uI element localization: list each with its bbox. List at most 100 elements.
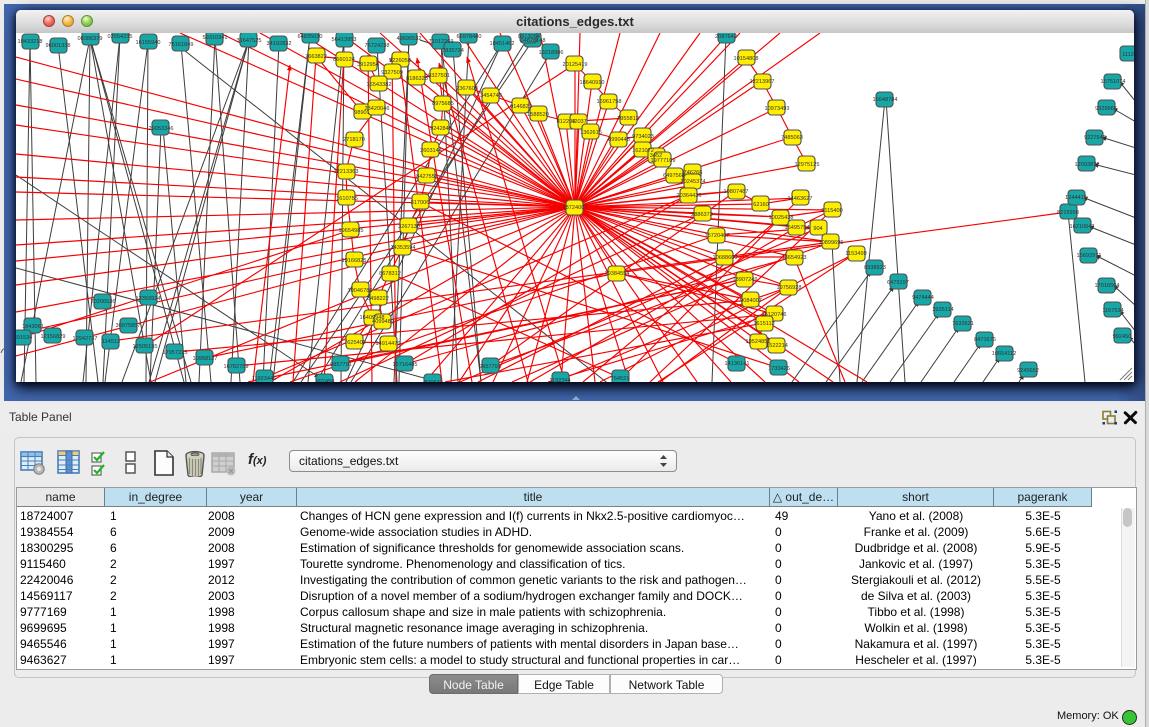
svg-text:904: 904 xyxy=(813,226,822,232)
svg-text:87063: 87063 xyxy=(424,380,440,382)
svg-text:8427552: 8427552 xyxy=(416,174,438,180)
svg-text:18724007: 18724007 xyxy=(563,205,588,211)
svg-text:19654985: 19654985 xyxy=(339,228,364,234)
svg-text:6479197: 6479197 xyxy=(887,280,909,286)
svg-text:29053346: 29053346 xyxy=(149,126,174,132)
svg-text:23420046: 23420046 xyxy=(365,106,390,112)
svg-text:8990448: 8990448 xyxy=(608,137,630,143)
svg-text:1153499: 1153499 xyxy=(845,251,866,257)
svg-text:10958127: 10958127 xyxy=(193,356,218,362)
svg-text:34192832: 34192832 xyxy=(267,41,292,47)
svg-text:746266: 746266 xyxy=(684,170,703,176)
svg-text:16961758: 16961758 xyxy=(597,99,622,105)
svg-text:7485063: 7485063 xyxy=(781,135,803,141)
svg-text:391534: 391534 xyxy=(16,335,32,341)
svg-text:10899695: 10899695 xyxy=(819,240,844,246)
svg-text:20125419: 20125419 xyxy=(563,62,588,68)
svg-text:64835030: 64835030 xyxy=(298,34,323,40)
svg-text:10025438: 10025438 xyxy=(769,215,794,221)
svg-text:1362615: 1362615 xyxy=(580,130,602,136)
svg-text:9115400: 9115400 xyxy=(821,208,842,214)
svg-text:7632621: 7632621 xyxy=(952,321,974,327)
svg-text:2718170: 2718170 xyxy=(343,137,365,143)
svg-text:992450: 992450 xyxy=(316,379,335,382)
svg-text:1843061: 1843061 xyxy=(22,324,44,330)
svg-text:10154808: 10154808 xyxy=(734,56,759,62)
svg-text:19166825: 19166825 xyxy=(342,258,367,264)
svg-text:08386379: 08386379 xyxy=(78,36,103,42)
svg-text:1192344: 1192344 xyxy=(549,378,570,382)
svg-text:9474444: 9474444 xyxy=(912,295,934,301)
svg-text:9327501: 9327501 xyxy=(428,73,450,79)
svg-text:19756928: 19756928 xyxy=(777,285,802,291)
svg-text:12156829: 12156829 xyxy=(41,334,66,340)
svg-text:9227542: 9227542 xyxy=(1084,135,1106,141)
svg-text:8813054: 8813054 xyxy=(518,34,540,40)
svg-text:12942737: 12942737 xyxy=(73,336,98,342)
svg-text:76724238: 76724238 xyxy=(365,43,390,49)
svg-text:12359924: 12359924 xyxy=(136,296,161,302)
svg-text:10807487: 10807487 xyxy=(724,189,749,195)
svg-text:12975125: 12975125 xyxy=(795,162,820,168)
svg-text:2935114: 2935114 xyxy=(932,307,953,313)
svg-text:15495754: 15495754 xyxy=(785,225,810,231)
svg-text:56413953: 56413953 xyxy=(332,37,357,43)
svg-text:1610755: 1610755 xyxy=(336,196,358,202)
svg-text:30245374: 30245374 xyxy=(681,179,706,185)
svg-text:9329966: 9329966 xyxy=(1095,106,1117,112)
svg-text:16543382: 16543382 xyxy=(367,82,392,88)
svg-text:1244415: 1244415 xyxy=(1065,195,1087,201)
svg-text:16648784: 16648784 xyxy=(873,97,898,103)
svg-text:66978480: 66978480 xyxy=(457,34,482,40)
svg-text:96001338: 96001338 xyxy=(46,43,71,49)
svg-text:11923446: 11923446 xyxy=(252,376,276,382)
svg-text:9245652: 9245652 xyxy=(1017,368,1039,374)
svg-text:14463627: 14463627 xyxy=(788,196,813,202)
svg-text:71012269: 71012269 xyxy=(429,39,454,45)
svg-text:8215958: 8215958 xyxy=(1057,210,1079,216)
svg-text:3267130: 3267130 xyxy=(398,224,420,230)
svg-text:62160: 62160 xyxy=(753,202,769,208)
svg-text:317006: 317006 xyxy=(411,200,430,206)
svg-text:49696532: 49696532 xyxy=(397,36,422,42)
svg-text:12213363: 12213363 xyxy=(334,169,359,175)
svg-text:30975857: 30975857 xyxy=(116,323,141,329)
svg-text:8938923: 8938923 xyxy=(864,265,886,271)
svg-text:9657791: 9657791 xyxy=(479,364,501,370)
svg-text:2087642: 2087642 xyxy=(715,34,737,40)
svg-text:18640910: 18640910 xyxy=(580,80,605,86)
svg-text:8186328: 8186328 xyxy=(406,76,428,82)
svg-text:1733426: 1733426 xyxy=(768,366,790,372)
svg-text:1167534: 1167534 xyxy=(1102,308,1123,314)
svg-text:14353594: 14353594 xyxy=(391,245,416,251)
svg-text:31647525: 31647525 xyxy=(237,38,262,44)
svg-text:17957225: 17957225 xyxy=(163,350,188,356)
svg-text:1522214: 1522214 xyxy=(766,343,788,349)
svg-text:20364436: 20364436 xyxy=(677,193,702,199)
svg-text:14136141: 14136141 xyxy=(725,361,750,367)
svg-text:3498222: 3498222 xyxy=(367,296,389,302)
svg-text:15751074: 15751074 xyxy=(1101,79,1126,85)
svg-text:1588520: 1588520 xyxy=(527,112,549,118)
svg-text:16782759: 16782759 xyxy=(224,364,249,370)
svg-text:5226058: 5226058 xyxy=(389,58,411,64)
svg-text:14914479: 14914479 xyxy=(376,341,401,347)
svg-text:9146821: 9146821 xyxy=(510,104,532,110)
svg-text:2367608: 2367608 xyxy=(456,86,478,92)
svg-text:7835724: 7835724 xyxy=(442,48,464,54)
svg-text:8660124: 8660124 xyxy=(333,57,355,63)
svg-text:7663822: 7663822 xyxy=(305,54,327,60)
svg-text:12093872: 12093872 xyxy=(1075,162,1100,168)
svg-text:15720407: 15720407 xyxy=(705,233,730,239)
svg-text:4099489: 4099489 xyxy=(372,319,394,325)
svg-text:9857791: 9857791 xyxy=(330,362,352,368)
svg-text:10654112: 10654112 xyxy=(992,351,1016,357)
svg-text:7955812: 7955812 xyxy=(617,116,639,122)
svg-text:16210643: 16210643 xyxy=(1070,224,1095,230)
svg-text:42037: 42037 xyxy=(571,119,587,125)
svg-text:8471676: 8471676 xyxy=(974,337,996,343)
svg-text:78161849: 78161849 xyxy=(169,42,194,48)
svg-text:8975685: 8975685 xyxy=(432,101,454,107)
svg-text:9734023: 9734023 xyxy=(632,134,654,140)
svg-text:02654235: 02654235 xyxy=(108,34,133,40)
